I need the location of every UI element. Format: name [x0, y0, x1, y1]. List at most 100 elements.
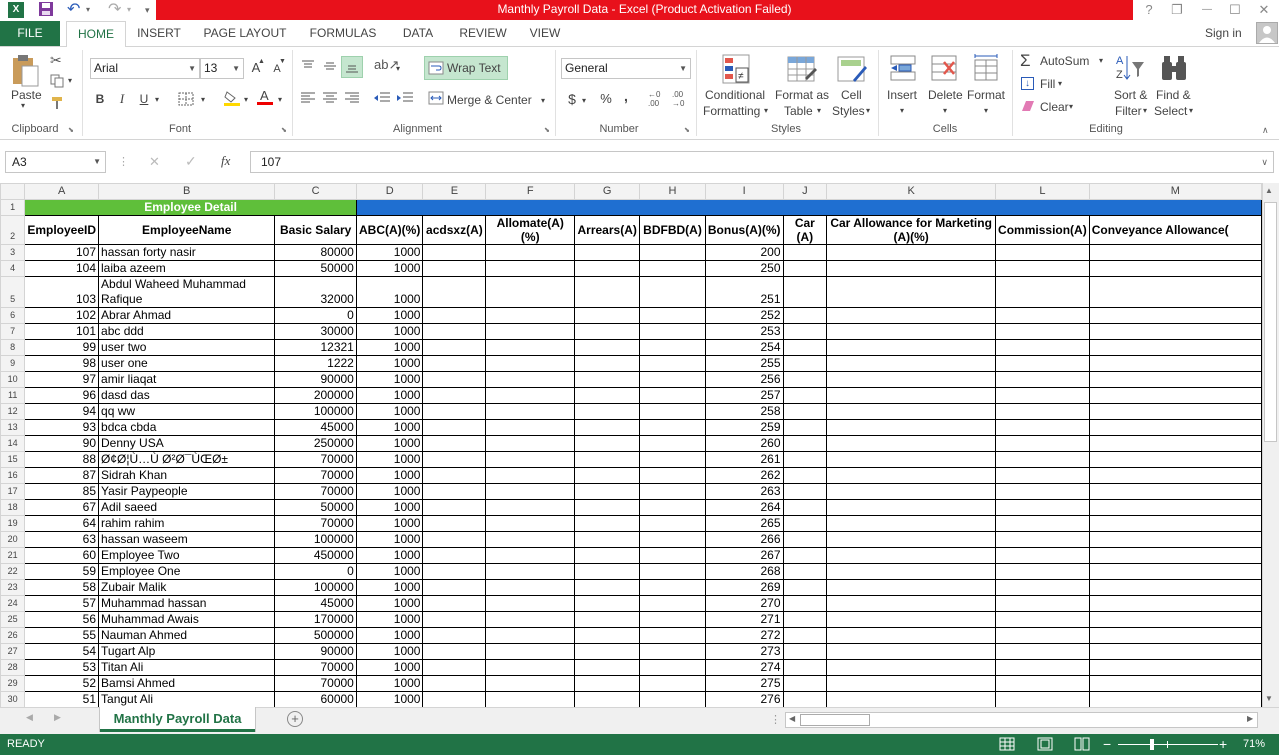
cell-arrears[interactable] — [574, 611, 641, 628]
cell-basic-salary[interactable]: 90000 — [274, 643, 357, 660]
scroll-up-icon[interactable]: ▲ — [1265, 186, 1273, 195]
zoom-out-icon[interactable]: − — [1103, 734, 1111, 755]
cell-basic-salary[interactable]: 1222 — [274, 355, 357, 372]
cell-abc[interactable]: 1000 — [355, 595, 424, 612]
cell-arrears[interactable] — [574, 691, 641, 707]
cell-allomate[interactable] — [485, 339, 576, 356]
cell-commission[interactable] — [995, 467, 1090, 484]
cell-acdsxz[interactable] — [422, 260, 487, 277]
column-title[interactable]: EmployeeID — [24, 215, 100, 245]
borders-icon[interactable] — [178, 92, 194, 109]
row-header[interactable]: 9 — [0, 355, 26, 372]
cell-styles-button[interactable]: Cell — [841, 88, 862, 102]
currency-button[interactable]: $ — [565, 89, 579, 109]
cell-commission[interactable] — [995, 659, 1090, 676]
cell-car[interactable] — [782, 483, 828, 500]
insert-dropdown-icon[interactable]: ▾ — [900, 106, 904, 115]
row-header[interactable]: 21 — [0, 547, 26, 564]
row-header[interactable]: 8 — [0, 339, 26, 356]
bold-button[interactable]: B — [92, 89, 108, 109]
cell-acdsxz[interactable] — [422, 691, 487, 707]
save-icon[interactable] — [38, 1, 54, 19]
cell-arrears[interactable] — [574, 371, 641, 388]
row-header[interactable]: 11 — [0, 387, 26, 404]
cell-commission[interactable] — [995, 276, 1090, 308]
cell-car-allowance[interactable] — [826, 355, 997, 372]
cell-bdfbd[interactable] — [639, 467, 706, 484]
wrap-text-button[interactable]: Wrap Text — [424, 56, 508, 80]
column-header[interactable]: F — [485, 183, 576, 200]
sort-filter-dropdown-icon[interactable]: ▾ — [1143, 106, 1147, 115]
cell-bonus[interactable]: 252 — [704, 307, 784, 324]
cell-car[interactable] — [782, 563, 828, 580]
align-right-icon[interactable] — [344, 91, 360, 108]
cell-allomate[interactable] — [485, 307, 576, 324]
cell-bonus[interactable]: 271 — [704, 611, 784, 628]
cell-abc[interactable]: 1000 — [355, 547, 424, 564]
find-select-dropdown-icon[interactable]: ▾ — [1189, 106, 1193, 115]
cell-car[interactable] — [782, 403, 828, 420]
cell-acdsxz[interactable] — [422, 515, 487, 532]
cell-car-allowance[interactable] — [826, 371, 997, 388]
redo-dropdown-icon[interactable]: ▾ — [127, 1, 131, 19]
cell-basic-salary[interactable]: 100000 — [274, 403, 357, 420]
cell-employee-id[interactable]: 90 — [24, 435, 100, 452]
cell-commission[interactable] — [995, 595, 1090, 612]
cell-abc[interactable]: 1000 — [355, 260, 424, 277]
cell-employee-name[interactable]: user two — [98, 339, 276, 356]
number-format-select[interactable]: General ▼ — [561, 58, 691, 79]
cell-car[interactable] — [782, 547, 828, 564]
cell-conveyance[interactable] — [1088, 419, 1262, 436]
cell-acdsxz[interactable] — [422, 403, 487, 420]
cell-abc[interactable]: 1000 — [355, 675, 424, 692]
column-header[interactable]: C — [274, 183, 357, 200]
tab-home[interactable]: HOME — [66, 21, 126, 47]
row-header[interactable]: 18 — [0, 499, 26, 516]
cell-car[interactable] — [782, 451, 828, 468]
confirm-entry-icon[interactable]: ✓ — [185, 153, 197, 170]
copy-dropdown-icon[interactable]: ▾ — [68, 76, 72, 85]
cell-arrears[interactable] — [574, 467, 641, 484]
cell-conveyance[interactable] — [1088, 515, 1262, 532]
cell-allomate[interactable] — [485, 643, 576, 660]
cell-bdfbd[interactable] — [639, 451, 706, 468]
cell-arrears[interactable] — [574, 659, 641, 676]
cell-bdfbd[interactable] — [639, 276, 706, 308]
cell-abc[interactable]: 1000 — [355, 451, 424, 468]
conditional-formatting-button[interactable]: Conditional — [705, 88, 765, 102]
cell-basic-salary[interactable]: 0 — [274, 307, 357, 324]
cell-basic-salary[interactable]: 100000 — [274, 531, 357, 548]
row-header[interactable]: 16 — [0, 467, 26, 484]
cell-car-allowance[interactable] — [826, 451, 997, 468]
cell-commission[interactable] — [995, 371, 1090, 388]
currency-dropdown-icon[interactable]: ▾ — [582, 96, 586, 105]
cell-employee-name[interactable]: dasd das — [98, 387, 276, 404]
percent-button[interactable]: % — [598, 89, 614, 109]
cell-allomate[interactable] — [485, 563, 576, 580]
column-header[interactable]: K — [826, 183, 997, 200]
column-header[interactable]: E — [422, 183, 487, 200]
cell-basic-salary[interactable]: 60000 — [274, 691, 357, 707]
cell-bdfbd[interactable] — [639, 515, 706, 532]
close-icon[interactable]: ✕ — [1253, 1, 1275, 19]
cell-abc[interactable]: 1000 — [355, 579, 424, 596]
cell-car-allowance[interactable] — [826, 627, 997, 644]
insert-cells-icon[interactable] — [889, 54, 917, 87]
column-title[interactable]: EmployeeName — [98, 215, 276, 245]
autosum-dropdown-icon[interactable]: ▾ — [1099, 56, 1103, 65]
maximize-icon[interactable]: ☐ — [1224, 1, 1246, 19]
cell-commission[interactable] — [995, 579, 1090, 596]
undo-icon[interactable]: ↶ — [67, 1, 83, 19]
row-header[interactable]: 19 — [0, 515, 26, 532]
cell-bdfbd[interactable] — [639, 387, 706, 404]
cell-car-allowance[interactable] — [826, 643, 997, 660]
cell-abc[interactable]: 1000 — [355, 307, 424, 324]
zoom-slider[interactable] — [1118, 744, 1218, 745]
cell-arrears[interactable] — [574, 499, 641, 516]
cell-bdfbd[interactable] — [639, 627, 706, 644]
cell-arrears[interactable] — [574, 323, 641, 340]
customize-qat-icon[interactable]: ▾ — [145, 1, 150, 19]
cell-conveyance[interactable] — [1088, 339, 1262, 356]
cell-abc[interactable]: 1000 — [355, 499, 424, 516]
cell-basic-salary[interactable]: 70000 — [274, 659, 357, 676]
